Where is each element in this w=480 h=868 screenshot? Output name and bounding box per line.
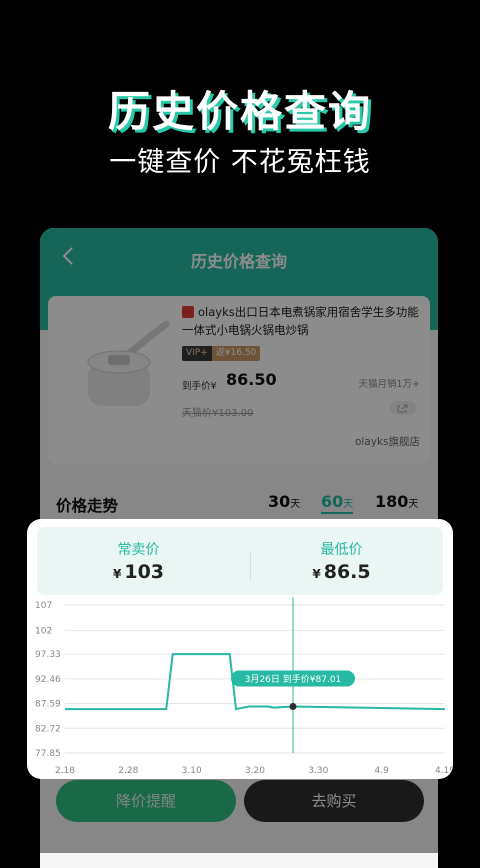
normal-price-value-wrap: ¥103: [37, 561, 240, 583]
lowest-price-stat: 最低价 ¥86.5: [240, 527, 443, 583]
y-tick-label-6: 77.85: [35, 749, 61, 759]
promo-subtitle: 一键查价 不花冤枉钱: [109, 147, 371, 178]
y-tick-label-1: 102: [35, 626, 52, 636]
currency-symbol: ¥: [312, 567, 321, 581]
currency-symbol: ¥: [112, 567, 122, 581]
x-tick-label-0: 2.18: [55, 766, 75, 776]
y-tick-label-5: 82.72: [35, 724, 61, 734]
x-tick-label-1: 2.28: [118, 766, 138, 776]
promo-title: 历史价格查询: [107, 87, 372, 136]
y-tick-label-4: 87.59: [35, 700, 61, 710]
price-chart-card: 常卖价 ¥103 最低价 ¥86.5 107 102 97.33 92.46 87.59…: [27, 519, 453, 779]
price-stats: 常卖价 ¥103 最低价 ¥86.5: [37, 527, 443, 595]
normal-price-value: 103: [124, 561, 165, 583]
y-tick-label-2: 97.33: [35, 650, 61, 660]
normal-price-stat: 常卖价 ¥103: [37, 527, 240, 583]
x-tick-label-2: 3.10: [182, 766, 202, 776]
tooltip-label: 3月26日 到手价¥87.01: [245, 673, 342, 685]
normal-price-label: 常卖价: [117, 542, 160, 558]
x-tick-label-5: 4.9: [375, 766, 390, 776]
price-line-chart[interactable]: 107 102 97.33 92.46 87.59 82.72 77.85 2.18 2.28 3…: [27, 595, 453, 779]
x-tick-label-4: 3.30: [308, 766, 328, 776]
y-tick-label-0: 107: [35, 601, 52, 611]
lowest-price-label: 最低价: [320, 542, 363, 558]
y-tick-label-3: 92.46: [35, 675, 61, 685]
marker-point: [289, 702, 297, 710]
x-tick-label-3: 3.20: [245, 766, 265, 776]
x-tick-label-6: 4.19: [435, 766, 453, 776]
lowest-price-value-wrap: ¥86.5: [240, 561, 443, 583]
lowest-price-value: 86.5: [323, 561, 371, 583]
